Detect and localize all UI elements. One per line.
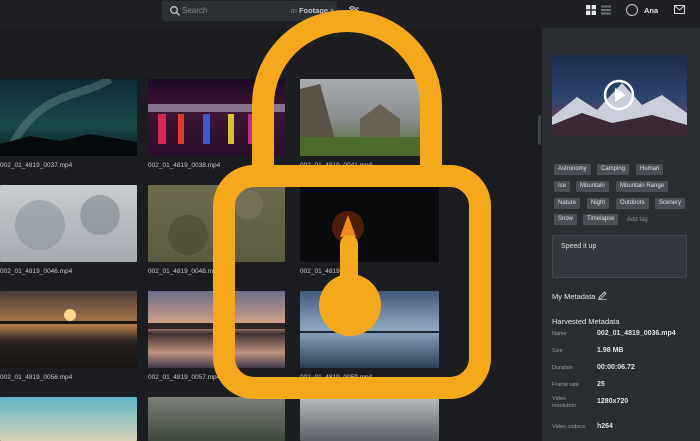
thumbnail-0041[interactable] [300,79,439,156]
chevron-down-icon: ▾ [330,6,334,15]
filter-icon[interactable] [347,4,361,18]
metadata-key: Size [552,348,563,354]
thumbnail-image [148,323,285,329]
play-icon[interactable] [603,79,635,111]
metadata-key: Video resolution [552,396,576,409]
tag[interactable]: Camping [597,164,630,175]
tag[interactable]: Night [587,198,610,209]
notes-field[interactable]: Speed it up [552,235,687,278]
user-name[interactable]: Ana [644,6,658,15]
thumbnail-caption: 002_01_4819_0059.mp4 [300,374,373,381]
grid-view-icon[interactable] [586,5,596,15]
metadata-value: 1.98 MB [597,347,624,354]
thumbnail-0048[interactable] [148,185,285,262]
tag[interactable]: Mountain [576,181,609,192]
top-bar: Search in Footage ▾ Ana [0,0,700,28]
search-bar[interactable]: Search in Footage ▾ [162,1,337,21]
list-view-icon[interactable] [601,5,611,15]
thumbnail-0056[interactable] [0,291,137,368]
thumbnail-image [15,195,120,250]
tag[interactable]: Ice [554,181,571,192]
thumbnail-image [0,79,137,156]
scrollbar[interactable] [538,115,541,145]
tag[interactable]: Astronomy [554,164,591,175]
harvested-metadata-label: Harvested Metadata [552,317,620,326]
metadata-key: Video codecs [552,424,585,430]
metadata-key: Name [552,331,567,337]
thumbnail-0037[interactable] [0,79,137,156]
tag[interactable]: Human [636,164,664,175]
thumbnail-caption: 002_01_4819_0048.mp4 [148,268,221,275]
thumbnail-caption: 002_01_4819_0037.mp4 [0,162,73,169]
tag[interactable]: Scenery [655,198,686,209]
tag[interactable]: Snow [554,214,578,225]
thumbnail-0046[interactable] [0,185,137,262]
thumbnail-image [0,309,137,324]
my-metadata-label: My Metadata [552,292,596,301]
thumbnail-0057[interactable] [148,291,285,368]
metadata-value: 1280x720 [597,398,629,405]
tag[interactable]: Mountain Range [616,181,669,192]
thumbnail-campfire[interactable] [300,185,439,262]
thumbnail-0059[interactable] [300,291,439,368]
thumbnail-image [332,211,364,243]
scope-prefix: in [291,6,297,15]
metadata-value: h264 [597,423,613,430]
thumbnail-image [168,190,263,255]
metadata-value: 00:00:06.72 [597,364,635,371]
notes-text: Speed it up [561,243,597,250]
thumbnail-beach[interactable] [0,397,137,441]
thumbnail-caption: 002_01_4819_0041.mp4 [300,162,373,169]
video-preview[interactable] [552,55,687,136]
tag[interactable]: Outdoors [616,198,649,209]
thumbnail-forest[interactable] [148,397,285,441]
search-scope-select[interactable]: in Footage ▾ [291,6,334,15]
scope-value: Footage [298,6,329,15]
thumbnail-caption: 002_01_4819_0038.mp4 [148,162,221,169]
metadata-value: 002_01_4819_0036.mp4 [597,330,676,337]
thumbnail-image [148,104,285,144]
thumbnail-caption: 002_01_4819_0056.mp4 [0,374,73,381]
metadata-key: Duration [552,365,573,371]
thumbnail-waterfall[interactable] [300,397,439,441]
thumbnail-caption: 002_01_4819_0046.mp4 [0,268,73,275]
avatar-icon[interactable] [626,4,638,16]
thumbnail-caption: 002_01_4819_0057.mp4 [148,374,221,381]
thumbnail-image [300,301,439,333]
edit-icon[interactable] [598,291,607,300]
search-icon [170,6,180,16]
metadata-value: 25 [597,381,605,388]
thumbnail-0038[interactable] [148,79,285,156]
mail-icon[interactable] [674,5,685,14]
metadata-key: Frame rate [552,382,579,388]
tag[interactable]: Timelapse [583,214,619,225]
search-input[interactable]: Search [182,6,207,15]
tag[interactable]: Nature [554,198,581,209]
thumbnail-caption: 002_01_4819_00 [300,268,351,275]
add-tag-button[interactable]: Add tag [627,217,648,223]
thumbnail-image [300,84,439,156]
